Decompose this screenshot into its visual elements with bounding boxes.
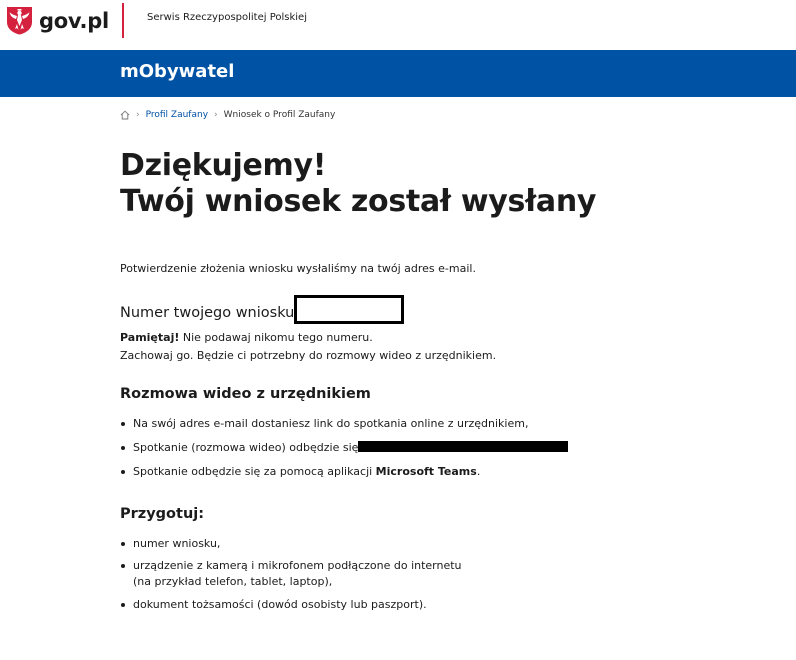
list-item: Spotkanie odbędzie się za pomocą aplikac… (120, 464, 568, 488)
app-name-link[interactable]: mObywatel (120, 61, 234, 82)
video-section-heading: Rozmowa wideo z urzędnikiem (120, 386, 371, 402)
request-number-row: Numer twojego wniosku (120, 295, 405, 324)
remember-notice: Pamiętaj! Nie podawaj nikomu tego numeru… (120, 329, 496, 365)
prepare-section-list: numer wniosku, urządzenie z kamerą i mik… (120, 536, 462, 619)
video-section-list: Na swój adres e-mail dostaniesz link do … (120, 416, 569, 488)
logo-text: gov.pl (39, 8, 109, 33)
list-item: Na swój adres e-mail dostaniesz link do … (120, 416, 568, 440)
top-header: gov.pl Serwis Rzeczypospolitej Polskiej (0, 0, 796, 50)
keep-text: Zachowaj go. Będzie ci potrzebny do rozm… (120, 349, 497, 362)
page-title: Dziękujemy! Twój wniosek został wysłany (120, 148, 597, 220)
list-item: dokument tożsamości (dowód osobisty lub … (120, 597, 462, 613)
breadcrumb-link-profil-zaufany[interactable]: Profil Zaufany (146, 110, 208, 120)
chevron-right-icon: › (136, 110, 140, 120)
breadcrumb: › Profil Zaufany › Wniosek o Profil Zauf… (120, 110, 335, 120)
title-line-1: Dziękujemy! (120, 148, 327, 183)
list-item: Spotkanie (rozmowa wideo) odbędzie się (120, 440, 569, 464)
chevron-right-icon: › (214, 110, 218, 120)
list-item: urządzenie z kamerą i mikrofonem podłącz… (120, 558, 462, 590)
remember-text: Nie podawaj nikomu tego numeru. (179, 331, 373, 344)
breadcrumb-current: Wniosek o Profil Zaufany (223, 110, 336, 120)
remember-bold: Pamiętaj! (120, 331, 180, 344)
redacted-meeting-date (358, 441, 569, 452)
service-name: Serwis Rzeczypospolitej Polskiej (147, 12, 307, 23)
gov-pl-logo[interactable]: gov.pl (6, 6, 109, 35)
confirmation-text: Potwierdzenie złożenia wniosku wysłaliśm… (120, 262, 476, 275)
request-number-label: Numer twojego wniosku (120, 305, 295, 321)
redacted-request-number (294, 295, 405, 324)
title-line-2: Twój wniosek został wysłany (120, 184, 597, 219)
eagle-emblem-icon (7, 7, 32, 35)
header-divider (122, 3, 124, 38)
home-icon[interactable] (120, 110, 130, 120)
list-item: numer wniosku, (120, 536, 462, 552)
prepare-section-heading: Przygotuj: (120, 506, 205, 522)
teams-name: Microsoft Teams (375, 465, 477, 478)
